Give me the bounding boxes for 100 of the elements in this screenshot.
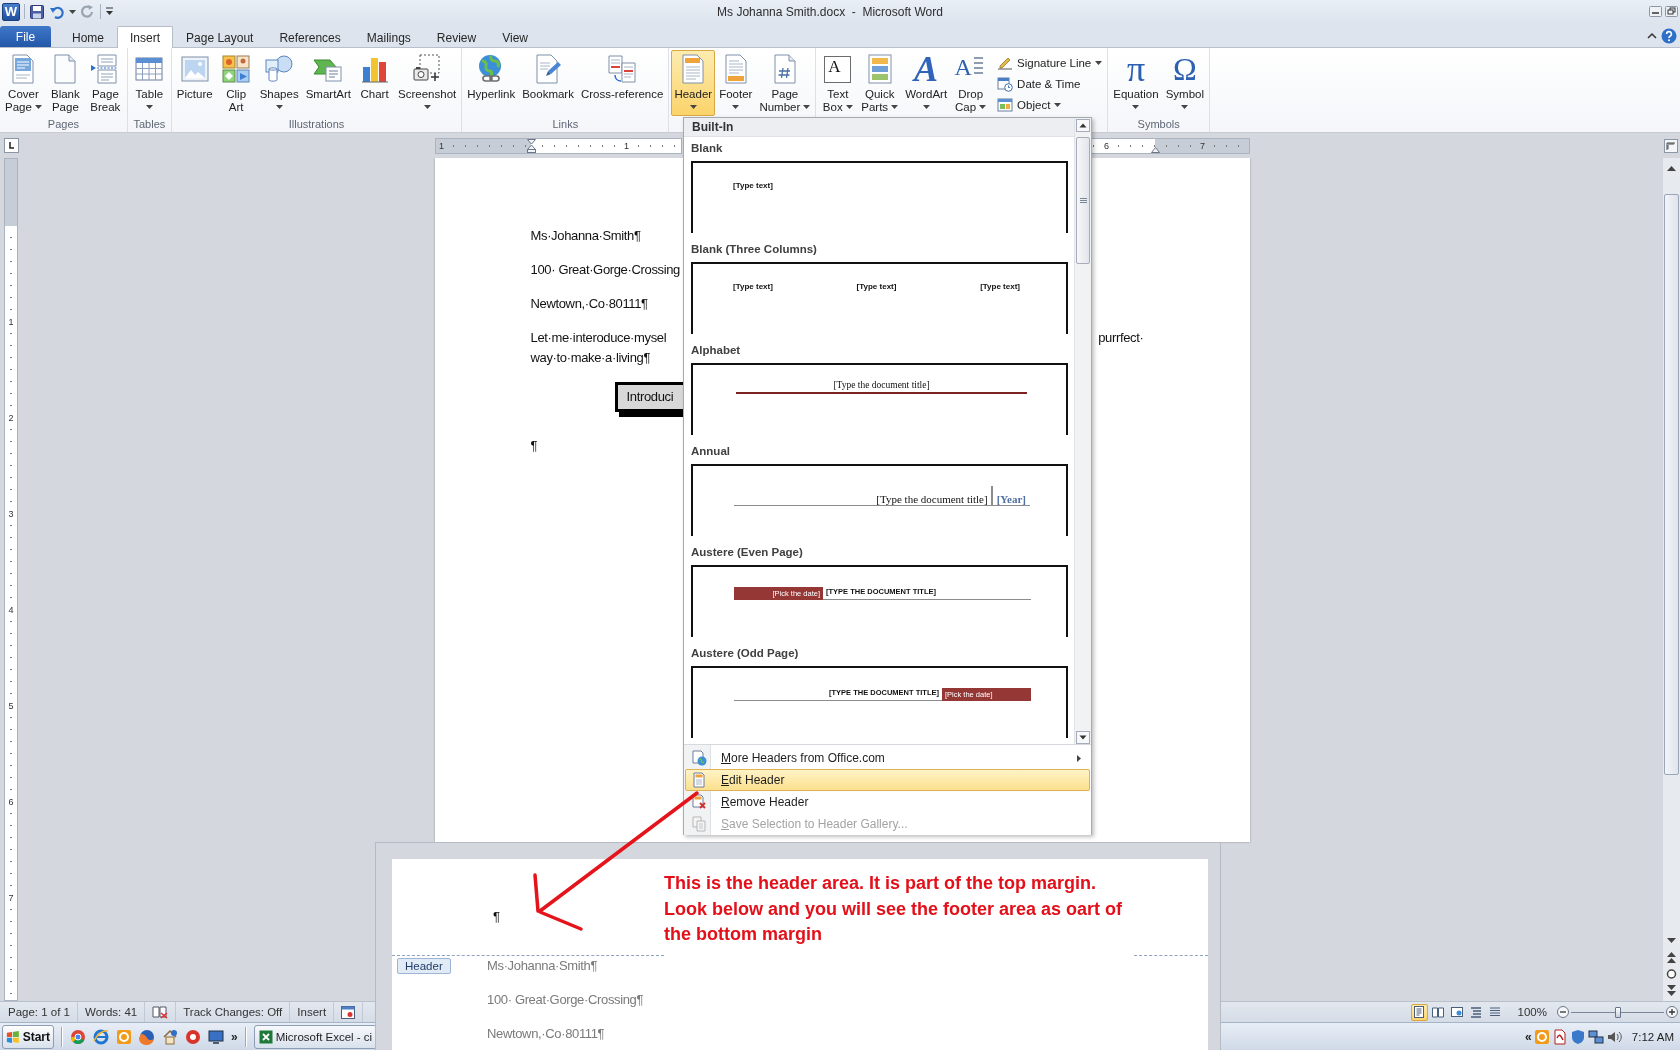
zoom-level[interactable]: 100% — [1517, 1006, 1547, 1018]
blank-page-button[interactable]: Blank Page — [45, 50, 85, 116]
house-icon[interactable] — [162, 1028, 178, 1045]
tab-selector-icon[interactable] — [3, 138, 19, 153]
smartart-button[interactable]: SmartArt — [302, 50, 355, 116]
scroll-down-icon[interactable] — [1076, 731, 1090, 744]
shapes-button[interactable]: Shapes — [256, 50, 302, 116]
zoom-slider-thumb[interactable] — [1614, 1006, 1621, 1018]
picture-button[interactable]: Picture — [173, 50, 216, 116]
header-preview[interactable]: [Type the document title] — [691, 363, 1068, 435]
disc-icon[interactable] — [185, 1028, 201, 1045]
next-page-icon[interactable] — [1665, 983, 1678, 999]
footer-button[interactable]: Footer — [716, 50, 756, 116]
ribbon-tab[interactable]: Mailings — [353, 26, 424, 48]
group-label: Symbols — [1136, 117, 1181, 132]
header-preview[interactable]: [Type text] — [691, 161, 1068, 233]
chart-button[interactable]: Chart — [355, 50, 395, 116]
page-break-button[interactable]: Page Break — [85, 50, 125, 116]
scrollbar-thumb[interactable] — [1076, 137, 1090, 264]
show-hidden-icons-chevron[interactable]: « — [1525, 1029, 1532, 1044]
page-number-button[interactable]: Page Number — [756, 50, 814, 116]
previous-page-icon[interactable] — [1665, 949, 1678, 965]
ribbon-tab[interactable]: Review — [423, 26, 490, 48]
minimize-icon[interactable] — [1649, 6, 1662, 17]
scroll-up-icon[interactable] — [1076, 119, 1090, 132]
save-icon[interactable] — [29, 3, 45, 20]
wordart-button[interactable]: A WordArt — [902, 50, 951, 116]
taskbar-window-button[interactable]: Microsoft Excel - ci — [253, 1024, 378, 1049]
scroll-up-icon[interactable] — [1665, 163, 1678, 174]
ruler-toggle-icon[interactable] — [1664, 138, 1678, 153]
horizontal-ruler[interactable]: 6 7 — [1090, 137, 1250, 154]
print-layout-button[interactable] — [1410, 1003, 1428, 1021]
browse-object-icon[interactable] — [1665, 966, 1678, 982]
horizontal-ruler[interactable]: 1 1 — [434, 137, 682, 154]
equation-button[interactable]: π Equation — [1110, 50, 1162, 116]
menu-item[interactable]: More Headers from Office.com — [685, 747, 1090, 769]
omega-icon: Ω — [1168, 53, 1201, 85]
customize-toolbar-icon[interactable] — [105, 7, 114, 16]
shield-icon[interactable] — [1569, 1028, 1586, 1045]
ribbon-tab[interactable]: View — [489, 26, 541, 48]
app-logo[interactable]: W — [2, 2, 20, 21]
vertical-ruler[interactable]: 1 2 3 4 5 6 7 — [4, 158, 18, 1001]
window-title: Ms Johanna Smith.docx - Microsoft Word — [716, 4, 944, 19]
ruler-number: 4 — [5, 604, 17, 616]
clip-art-button[interactable]: Clip Art — [216, 50, 256, 116]
ribbon-tab[interactable]: Insert — [117, 26, 174, 48]
clock[interactable]: 7:12 AM — [1631, 1030, 1674, 1043]
file-tab[interactable]: File — [0, 26, 51, 47]
quick-parts-button[interactable]: Quick Parts — [858, 50, 902, 116]
object-button[interactable]: Object — [994, 95, 1106, 115]
landscape-picture-icon — [178, 53, 211, 85]
indent-marker-icon[interactable] — [526, 138, 536, 153]
text-box-icon: A — [824, 55, 852, 83]
scrollbar-thumb[interactable] — [1664, 194, 1679, 775]
signature-line-button[interactable]: Signature Line — [994, 53, 1106, 73]
ring-icon[interactable] — [93, 1028, 109, 1045]
header-tag: Header — [397, 958, 451, 974]
hyperlink-button[interactable]: Hyperlink — [464, 50, 519, 116]
ribbon-tab[interactable]: Home — [59, 26, 117, 48]
table-button[interactable]: Table — [129, 50, 169, 116]
ribbon-tab[interactable]: Page Layout — [173, 26, 267, 48]
page-delete-icon — [691, 794, 707, 810]
chevron-up-icon[interactable] — [1647, 31, 1657, 41]
text-box-text: Introduci — [626, 388, 674, 406]
start-button[interactable]: Start — [2, 1024, 54, 1049]
header-style-name: Austere (Even Page) — [690, 545, 804, 560]
proofing-book-icon[interactable] — [152, 1005, 169, 1019]
header-preview[interactable]: [Type text] [Type text] [Type text] — [691, 262, 1068, 334]
document-icon[interactable] — [1551, 1028, 1568, 1045]
header-preview[interactable]: [Type the document title] [Year] — [691, 464, 1068, 536]
more-programs-chevron[interactable]: » — [231, 1029, 238, 1044]
orb-icon[interactable] — [139, 1028, 155, 1045]
screenshot-button[interactable]: Screenshot — [395, 50, 460, 116]
help-icon[interactable] — [1661, 28, 1677, 44]
placeholder-text: [Type text] — [733, 282, 773, 292]
wheel-icon[interactable] — [70, 1028, 86, 1045]
cross-reference-button[interactable]: Cross-reference — [577, 50, 667, 116]
symbol-button[interactable]: Ω Symbol — [1162, 50, 1208, 116]
menu-item[interactable]: Edit Header — [685, 769, 1090, 791]
vertical-scrollbar[interactable] — [1662, 158, 1680, 1001]
zoom-out-icon[interactable] — [1557, 1006, 1569, 1018]
monitor-icon[interactable] — [208, 1028, 224, 1045]
date-time-button[interactable]: Date & Time — [994, 74, 1106, 94]
title-placeholder: [Type the document title] — [833, 380, 930, 391]
title-placeholder: [Type the document title] — [876, 492, 988, 505]
cover-page-button[interactable]: Cover Page — [2, 50, 45, 116]
drop-cap-button[interactable]: A Drop Cap — [951, 50, 991, 116]
outline-list-icon — [1470, 1006, 1483, 1018]
bookmark-button[interactable]: Bookmark — [519, 50, 577, 116]
zoom-in-icon[interactable] — [1666, 1006, 1678, 1018]
header-style-name: Austere (Odd Page) — [690, 646, 800, 661]
ribbon-tab[interactable]: References — [266, 26, 354, 48]
restore-icon[interactable] — [1665, 6, 1678, 17]
text-box-button[interactable]: A Text Box — [818, 50, 858, 116]
placeholder-text: [Type text] — [733, 181, 773, 191]
macro-record-icon[interactable] — [341, 1005, 356, 1019]
header-button[interactable]: Header — [671, 50, 716, 116]
gallery-scrollbar[interactable] — [1074, 118, 1091, 744]
network-icon[interactable] — [1587, 1028, 1604, 1045]
menu-item[interactable]: Remove Header — [685, 791, 1090, 813]
